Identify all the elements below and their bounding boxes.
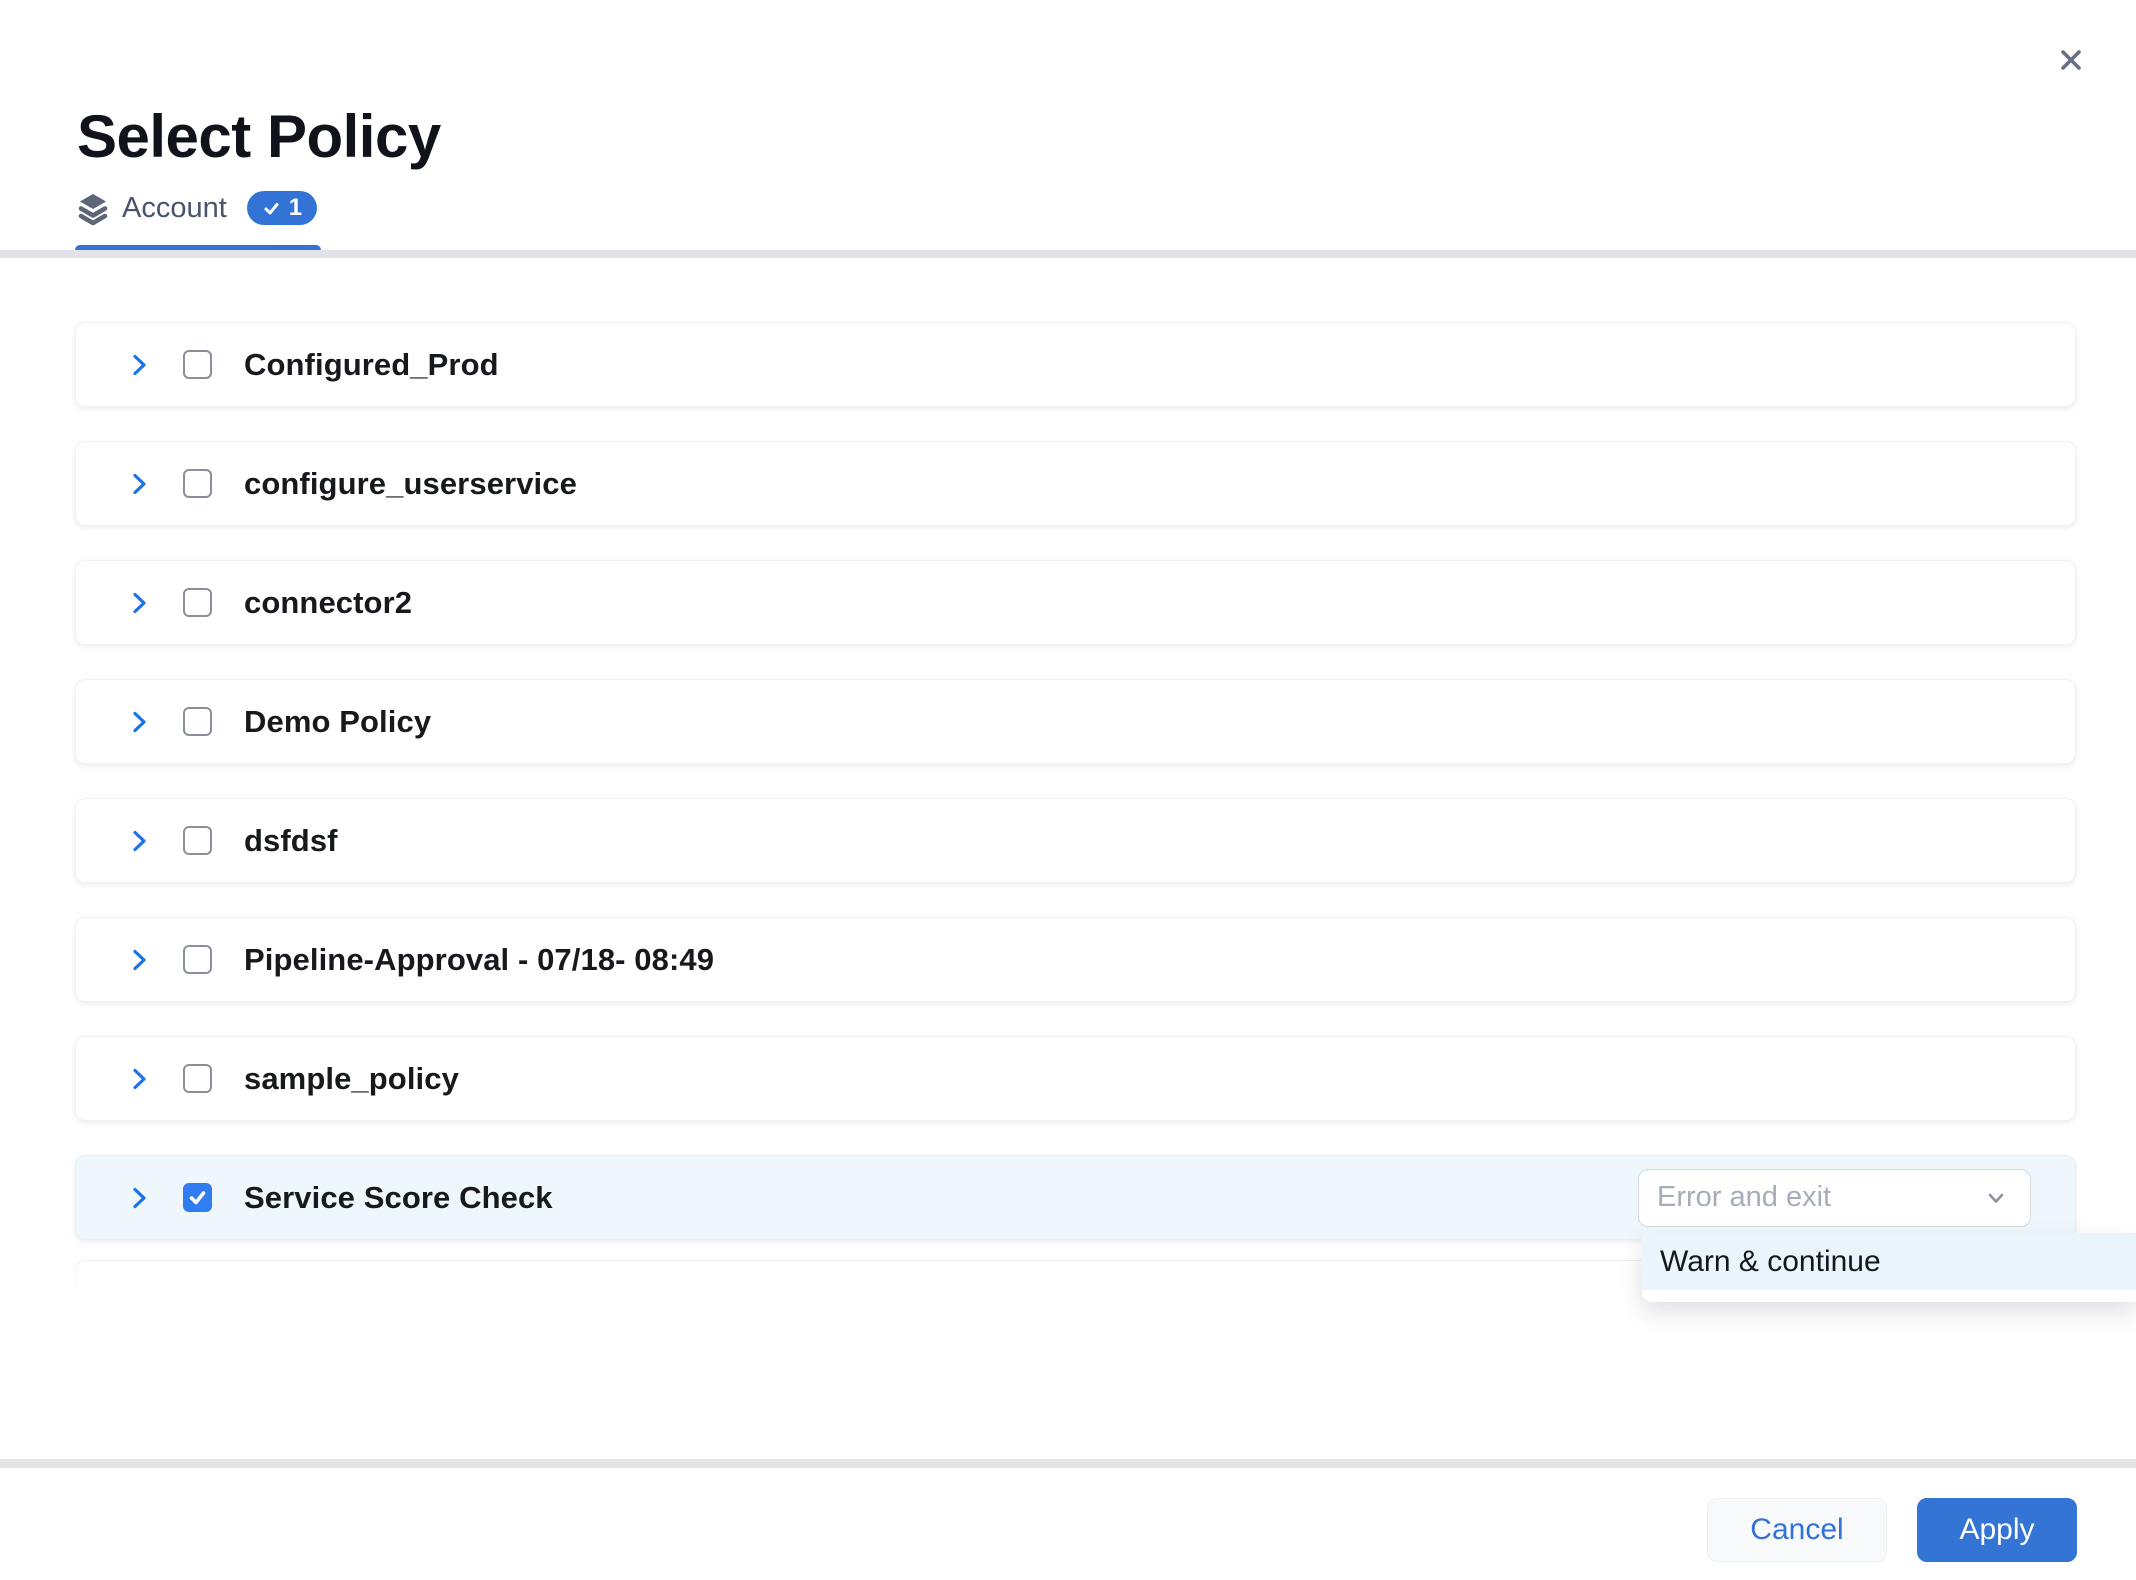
tab-selected-count-badge: 1 <box>247 191 317 225</box>
chevron-right-icon[interactable] <box>126 590 152 616</box>
policy-name: sample_policy <box>244 1061 459 1097</box>
policy-row[interactable]: dsfdsf <box>75 798 2076 883</box>
policy-checkbox[interactable] <box>183 1183 212 1212</box>
check-icon <box>262 199 281 218</box>
policy-row[interactable]: Configured_Prod <box>75 322 2076 407</box>
chevron-right-icon[interactable] <box>126 828 152 854</box>
tab-account[interactable]: Account 1 <box>75 188 321 253</box>
tabs-divider <box>0 250 2136 258</box>
policy-checkbox[interactable] <box>183 588 212 617</box>
policy-name: connector2 <box>244 585 412 621</box>
footer-actions: Cancel Apply <box>1707 1498 2077 1562</box>
cancel-button[interactable]: Cancel <box>1707 1498 1887 1562</box>
policy-checkbox[interactable] <box>183 350 212 379</box>
footer-divider <box>0 1459 2136 1468</box>
action-select-value: Error and exit <box>1657 1181 1831 1214</box>
policy-name: Demo Policy <box>244 704 431 740</box>
policy-checkbox[interactable] <box>183 945 212 974</box>
tab-badge-count: 1 <box>289 191 302 225</box>
policy-name: configure_userservice <box>244 466 577 502</box>
layers-icon <box>77 192 109 226</box>
policy-row[interactable]: Pipeline-Approval - 07/18- 08:49 <box>75 917 2076 1002</box>
policy-row[interactable]: Service Score Check Error and exit <box>75 1155 2076 1240</box>
policy-row[interactable]: configure_userservice <box>75 441 2076 526</box>
chevron-right-icon[interactable] <box>126 709 152 735</box>
chevron-down-icon <box>1982 1184 2010 1212</box>
action-select[interactable]: Error and exit <box>1638 1169 2031 1227</box>
chevron-right-icon[interactable] <box>126 1066 152 1092</box>
chevron-right-icon[interactable] <box>126 352 152 378</box>
policy-checkbox[interactable] <box>183 1064 212 1093</box>
tabs-bar: Account 1 <box>0 188 2136 253</box>
apply-button[interactable]: Apply <box>1917 1498 2077 1562</box>
tab-account-label: Account <box>122 191 227 225</box>
policy-name: Pipeline-Approval - 07/18- 08:49 <box>244 942 714 978</box>
policy-row[interactable]: Demo Policy <box>75 679 2076 764</box>
page-title: Select Policy <box>77 104 441 170</box>
chevron-right-icon[interactable] <box>126 947 152 973</box>
chevron-right-icon[interactable] <box>126 471 152 497</box>
policy-name: Service Score Check <box>244 1180 553 1216</box>
close-icon <box>2055 44 2087 76</box>
chevron-right-icon[interactable] <box>126 1185 152 1211</box>
policy-checkbox[interactable] <box>183 826 212 855</box>
policy-name: dsfdsf <box>244 823 338 859</box>
action-dropdown-menu: Warn & continue <box>1642 1233 2136 1302</box>
policy-list: Configured_Prod configure_userservice co… <box>75 322 2076 1291</box>
policy-row[interactable]: connector2 <box>75 560 2076 645</box>
policy-checkbox[interactable] <box>183 707 212 736</box>
policy-row[interactable]: sample_policy <box>75 1036 2076 1121</box>
menu-item-warn-continue[interactable]: Warn & continue <box>1642 1233 2136 1290</box>
policy-checkbox[interactable] <box>183 469 212 498</box>
close-button[interactable] <box>2047 36 2095 84</box>
policy-name: Configured_Prod <box>244 347 499 383</box>
